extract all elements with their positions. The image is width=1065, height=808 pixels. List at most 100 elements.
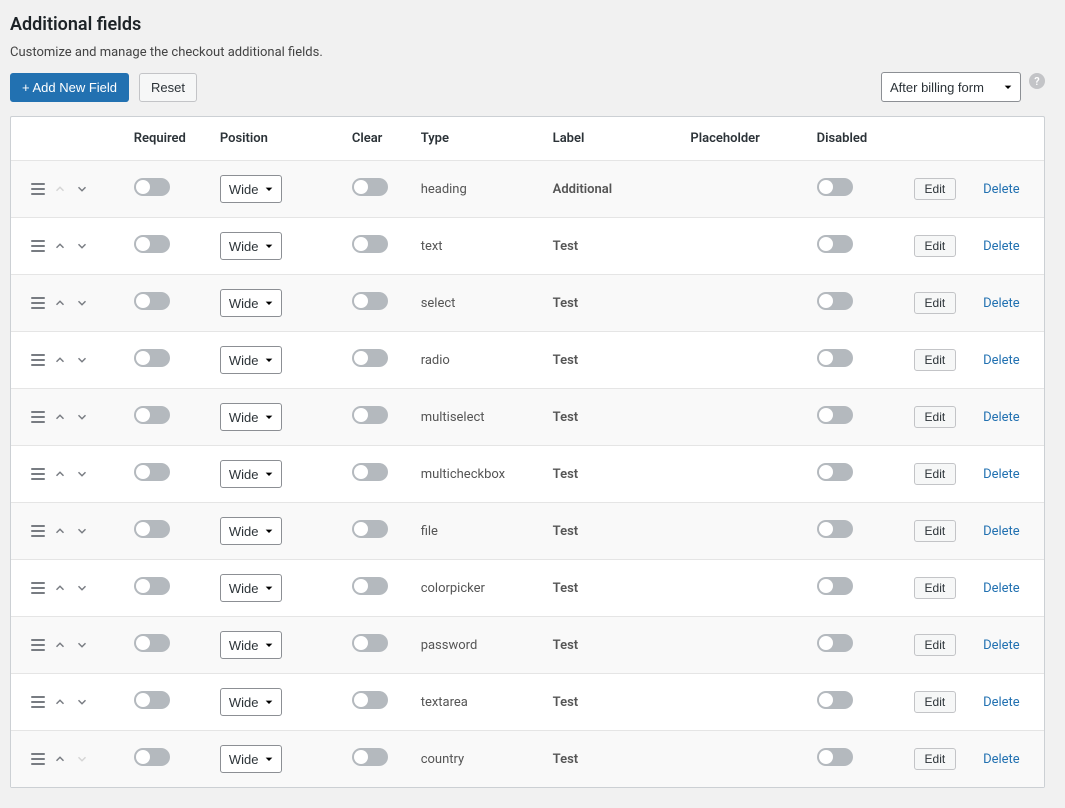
move-up-icon[interactable] <box>53 752 67 766</box>
drag-handle-icon[interactable] <box>31 468 45 480</box>
edit-button[interactable]: Edit <box>914 463 957 485</box>
delete-link[interactable]: Delete <box>983 524 1020 539</box>
delete-link[interactable]: Delete <box>983 353 1020 368</box>
drag-handle-icon[interactable] <box>31 696 45 708</box>
required-toggle[interactable] <box>134 292 170 310</box>
move-down-icon[interactable] <box>75 467 89 481</box>
clear-toggle[interactable] <box>352 691 388 709</box>
delete-link[interactable]: Delete <box>983 239 1020 254</box>
position-select[interactable]: Wide <box>220 631 282 659</box>
clear-toggle[interactable] <box>352 178 388 196</box>
position-select[interactable]: Wide <box>220 745 282 773</box>
move-down-icon[interactable] <box>75 239 89 253</box>
add-new-field-button[interactable]: + Add New Field <box>10 73 129 102</box>
drag-handle-icon[interactable] <box>31 639 45 651</box>
position-select[interactable]: Wide <box>220 403 282 431</box>
move-down-icon[interactable] <box>75 638 89 652</box>
required-toggle[interactable] <box>134 520 170 538</box>
clear-toggle[interactable] <box>352 406 388 424</box>
move-down-icon[interactable] <box>75 353 89 367</box>
disabled-toggle[interactable] <box>817 691 853 709</box>
drag-handle-icon[interactable] <box>31 582 45 594</box>
required-toggle[interactable] <box>134 634 170 652</box>
move-up-icon[interactable] <box>53 239 67 253</box>
location-select[interactable]: After billing form <box>881 72 1021 102</box>
move-up-icon[interactable] <box>53 638 67 652</box>
edit-button[interactable]: Edit <box>914 235 957 257</box>
drag-handle-icon[interactable] <box>31 411 45 423</box>
edit-button[interactable]: Edit <box>914 520 957 542</box>
move-down-icon[interactable] <box>75 695 89 709</box>
drag-handle-icon[interactable] <box>31 240 45 252</box>
drag-handle-icon[interactable] <box>31 183 45 195</box>
help-icon[interactable]: ? <box>1029 73 1045 89</box>
clear-toggle[interactable] <box>352 520 388 538</box>
disabled-toggle[interactable] <box>817 634 853 652</box>
delete-link[interactable]: Delete <box>983 296 1020 311</box>
move-down-icon[interactable] <box>75 182 89 196</box>
edit-button[interactable]: Edit <box>914 292 957 314</box>
move-up-icon[interactable] <box>53 467 67 481</box>
disabled-toggle[interactable] <box>817 349 853 367</box>
drag-handle-icon[interactable] <box>31 354 45 366</box>
edit-button[interactable]: Edit <box>914 577 957 599</box>
clear-toggle[interactable] <box>352 577 388 595</box>
disabled-toggle[interactable] <box>817 235 853 253</box>
position-select[interactable]: Wide <box>220 175 282 203</box>
clear-toggle[interactable] <box>352 748 388 766</box>
clear-toggle[interactable] <box>352 292 388 310</box>
position-select[interactable]: Wide <box>220 346 282 374</box>
edit-button[interactable]: Edit <box>914 634 957 656</box>
required-toggle[interactable] <box>134 406 170 424</box>
move-down-icon[interactable] <box>75 410 89 424</box>
delete-link[interactable]: Delete <box>983 581 1020 596</box>
delete-link[interactable]: Delete <box>983 410 1020 425</box>
position-select[interactable]: Wide <box>220 688 282 716</box>
move-down-icon[interactable] <box>75 296 89 310</box>
required-toggle[interactable] <box>134 577 170 595</box>
move-up-icon[interactable] <box>53 695 67 709</box>
drag-handle-icon[interactable] <box>31 297 45 309</box>
move-up-icon[interactable] <box>53 410 67 424</box>
delete-link[interactable]: Delete <box>983 695 1020 710</box>
required-toggle[interactable] <box>134 178 170 196</box>
move-up-icon[interactable] <box>53 353 67 367</box>
move-down-icon[interactable] <box>75 581 89 595</box>
position-select[interactable]: Wide <box>220 460 282 488</box>
disabled-toggle[interactable] <box>817 748 853 766</box>
drag-handle-icon[interactable] <box>31 525 45 537</box>
disabled-toggle[interactable] <box>817 520 853 538</box>
edit-button[interactable]: Edit <box>914 178 957 200</box>
disabled-toggle[interactable] <box>817 406 853 424</box>
delete-link[interactable]: Delete <box>983 752 1020 767</box>
disabled-toggle[interactable] <box>817 577 853 595</box>
disabled-toggle[interactable] <box>817 292 853 310</box>
delete-link[interactable]: Delete <box>983 182 1020 197</box>
required-toggle[interactable] <box>134 691 170 709</box>
position-select[interactable]: Wide <box>220 574 282 602</box>
edit-button[interactable]: Edit <box>914 406 957 428</box>
move-up-icon[interactable] <box>53 296 67 310</box>
clear-toggle[interactable] <box>352 349 388 367</box>
move-up-icon[interactable] <box>53 581 67 595</box>
clear-toggle[interactable] <box>352 235 388 253</box>
delete-link[interactable]: Delete <box>983 638 1020 653</box>
clear-toggle[interactable] <box>352 463 388 481</box>
required-toggle[interactable] <box>134 235 170 253</box>
clear-toggle[interactable] <box>352 634 388 652</box>
delete-link[interactable]: Delete <box>983 467 1020 482</box>
disabled-toggle[interactable] <box>817 178 853 196</box>
required-toggle[interactable] <box>134 463 170 481</box>
move-down-icon[interactable] <box>75 524 89 538</box>
position-select[interactable]: Wide <box>220 289 282 317</box>
required-toggle[interactable] <box>134 748 170 766</box>
required-toggle[interactable] <box>134 349 170 367</box>
edit-button[interactable]: Edit <box>914 748 957 770</box>
reset-button[interactable]: Reset <box>139 73 197 102</box>
disabled-toggle[interactable] <box>817 463 853 481</box>
position-select[interactable]: Wide <box>220 232 282 260</box>
edit-button[interactable]: Edit <box>914 349 957 371</box>
drag-handle-icon[interactable] <box>31 753 45 765</box>
edit-button[interactable]: Edit <box>914 691 957 713</box>
position-select[interactable]: Wide <box>220 517 282 545</box>
